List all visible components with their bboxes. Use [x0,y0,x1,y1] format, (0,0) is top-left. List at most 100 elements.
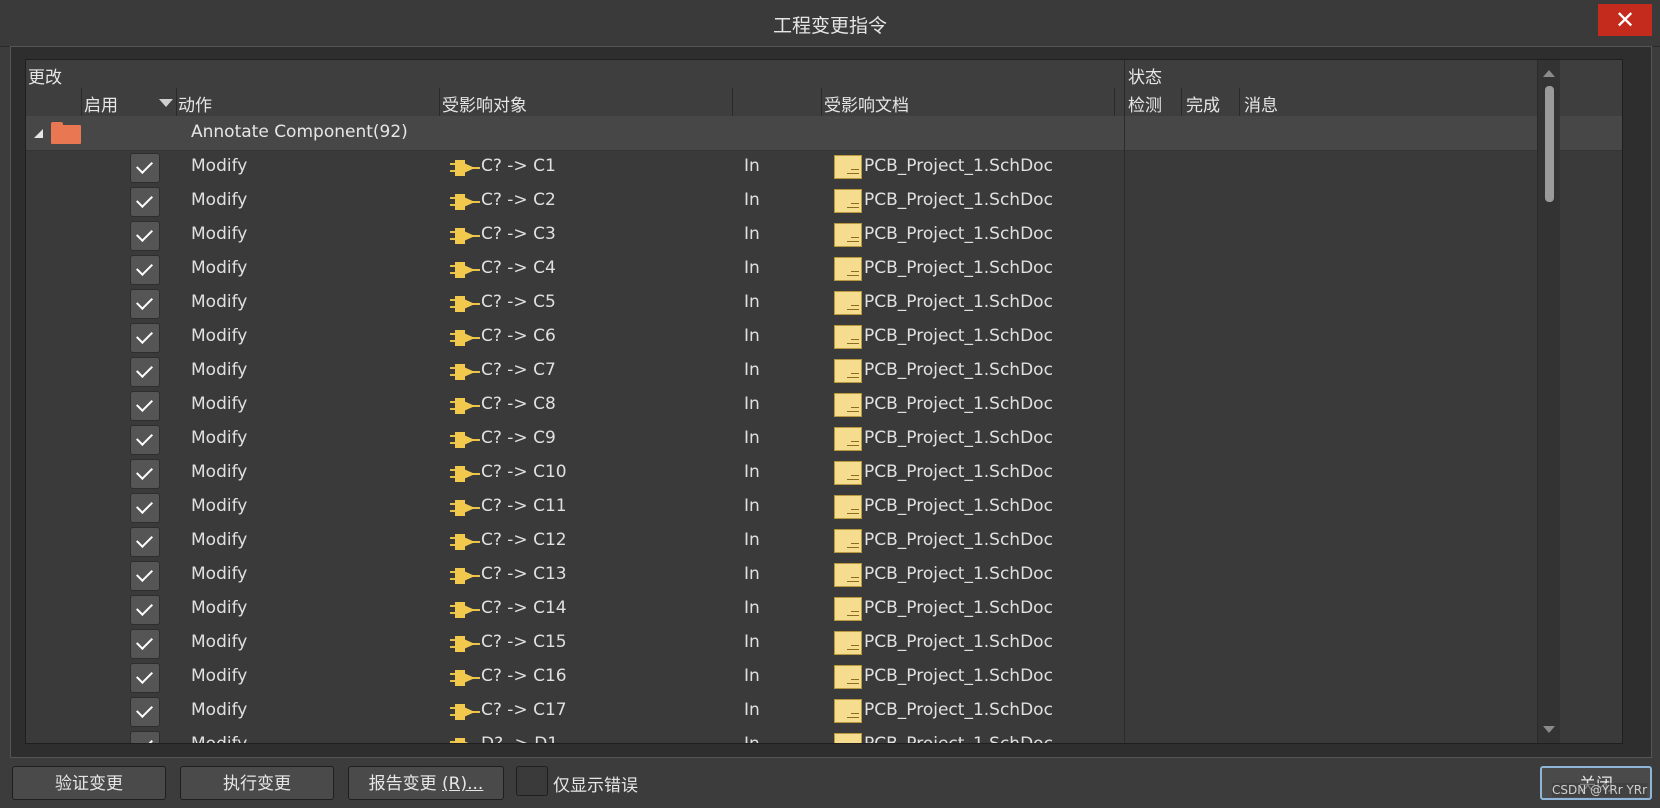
document-cell: PCB_Project_1.SchDoc [864,598,1053,618]
scroll-thumb[interactable] [1545,86,1554,202]
execute-changes-button[interactable]: 执行变更 [180,766,334,800]
vertical-scrollbar[interactable] [1537,60,1560,743]
enable-checkbox[interactable] [130,527,160,557]
table-row[interactable]: Modify C? -> C4 In PCB_Project_1.SchDoc [26,252,1622,286]
in-cell: In [744,360,760,380]
schematic-doc-icon [834,529,862,553]
enable-checkbox[interactable] [130,153,160,183]
schematic-doc-icon [834,461,862,485]
enable-checkbox[interactable] [130,357,160,387]
action-cell: Modify [191,734,247,743]
action-cell: Modify [191,394,248,414]
document-cell: PCB_Project_1.SchDoc [864,224,1053,244]
component-icon [450,669,480,687]
table-row[interactable]: Modify C? -> C11 In PCB_Project_1.SchDoc [26,490,1622,524]
enable-checkbox[interactable] [130,187,160,217]
table-row[interactable]: Modify C? -> C3 In PCB_Project_1.SchDoc [26,218,1622,252]
header-done[interactable]: 完成 [1186,91,1220,116]
expand-arrow-icon[interactable] [34,129,43,138]
sort-down-icon[interactable] [159,99,173,107]
only-errors-toggle[interactable] [516,766,548,796]
enable-checkbox[interactable] [130,323,160,353]
action-cell: Modify [191,224,248,244]
document-cell: PCB_Project_1.SchDoc [864,734,1053,743]
table-row[interactable]: Modify C? -> C13 In PCB_Project_1.SchDoc [26,558,1622,592]
title-bar: 工程变更指令 ✕ [0,0,1660,47]
header-action[interactable]: 动作 [178,91,212,116]
enable-checkbox[interactable] [130,493,160,523]
group-label: Annotate Component(92) [191,122,408,142]
component-icon [450,737,480,743]
header-enable[interactable]: 启用 [84,91,118,116]
in-cell: In [744,700,760,720]
table-row[interactable]: Modify C? -> C15 In PCB_Project_1.SchDoc [26,626,1622,660]
enable-checkbox[interactable] [130,629,160,659]
in-cell: In [744,190,760,210]
document-cell: PCB_Project_1.SchDoc [864,258,1053,278]
component-icon [450,431,480,449]
enable-checkbox[interactable] [130,391,160,421]
component-icon [450,329,480,347]
table-row[interactable]: Modify C? -> C5 In PCB_Project_1.SchDoc [26,286,1622,320]
enable-checkbox[interactable] [130,561,160,591]
document-cell: PCB_Project_1.SchDoc [864,564,1053,584]
scroll-up-icon[interactable] [1543,70,1555,77]
table-row[interactable]: Modify C? -> C16 In PCB_Project_1.SchDoc [26,660,1622,694]
in-cell: In [744,462,760,482]
enable-checkbox[interactable] [130,663,160,693]
col-divider [821,88,822,116]
table-row[interactable]: Modify C? -> C9 In PCB_Project_1.SchDoc [26,422,1622,456]
change-rows: Modify C? -> C1 In PCB_Project_1.SchDoc Modi… [26,150,1622,743]
group-row-annotate[interactable]: Annotate Component(92) [26,116,1622,151]
table-row[interactable]: Modify C? -> C6 In PCB_Project_1.SchDoc [26,320,1622,354]
target-cell: C? -> C12 [481,530,567,550]
enable-checkbox[interactable] [130,289,160,319]
in-cell: In [744,394,760,414]
table-row[interactable]: Modify C? -> C14 In PCB_Project_1.SchDoc [26,592,1622,626]
close-window-button[interactable]: ✕ [1598,4,1652,36]
action-cell: Modify [191,360,248,380]
component-icon [450,635,480,653]
table-row[interactable]: Modify C? -> C2 In PCB_Project_1.SchDoc [26,184,1622,218]
header-target[interactable]: 受影响对象 [442,91,527,116]
target-cell: C? -> C8 [481,394,556,414]
watermark: CSDN @YRr YRr [1552,783,1648,797]
in-cell: In [744,326,760,346]
schematic-doc-icon [834,699,862,723]
action-cell: Modify [191,462,248,482]
target-cell: C? -> C9 [481,428,556,448]
document-cell: PCB_Project_1.SchDoc [864,700,1053,720]
header-change: 更改 [28,68,62,88]
table-row[interactable]: Modify C? -> C10 In PCB_Project_1.SchDoc [26,456,1622,490]
report-changes-button[interactable]: 报告变更 (R)... [348,766,504,800]
in-cell: In [744,564,760,584]
col-divider [1239,88,1240,116]
changes-panel: 更改 状态 启用 动作 受影响对象 受影响文档 检测 完成 消息 Annotat… [10,46,1652,758]
table-row[interactable]: Modify C? -> C17 In PCB_Project_1.SchDoc [26,694,1622,728]
target-cell: C? -> C13 [481,564,567,584]
enable-checkbox[interactable] [130,255,160,285]
table-row[interactable]: Modify C? -> C7 In PCB_Project_1.SchDoc [26,354,1622,388]
target-cell: C? -> C6 [481,326,556,346]
table-row[interactable]: Modify C? -> C1 In PCB_Project_1.SchDoc [26,150,1622,184]
document-cell: PCB_Project_1.SchDoc [864,394,1053,414]
schematic-doc-icon [834,495,862,519]
header-check[interactable]: 检测 [1128,91,1162,116]
enable-checkbox[interactable] [130,731,160,743]
in-cell: In [744,530,760,550]
enable-checkbox[interactable] [130,221,160,251]
header-message[interactable]: 消息 [1244,91,1278,116]
action-cell: Modify [191,156,248,176]
validate-changes-button[interactable]: 验证变更 [12,766,166,800]
schematic-doc-icon [834,427,862,451]
in-cell: In [744,156,760,176]
table-row[interactable]: Modify D? -> D1 In PCB_Project_1.SchDoc [26,728,1622,743]
enable-checkbox[interactable] [130,459,160,489]
scroll-down-icon[interactable] [1543,726,1555,733]
header-document[interactable]: 受影响文档 [824,91,909,116]
enable-checkbox[interactable] [130,697,160,727]
enable-checkbox[interactable] [130,425,160,455]
enable-checkbox[interactable] [130,595,160,625]
table-row[interactable]: Modify C? -> C8 In PCB_Project_1.SchDoc [26,388,1622,422]
table-row[interactable]: Modify C? -> C12 In PCB_Project_1.SchDoc [26,524,1622,558]
